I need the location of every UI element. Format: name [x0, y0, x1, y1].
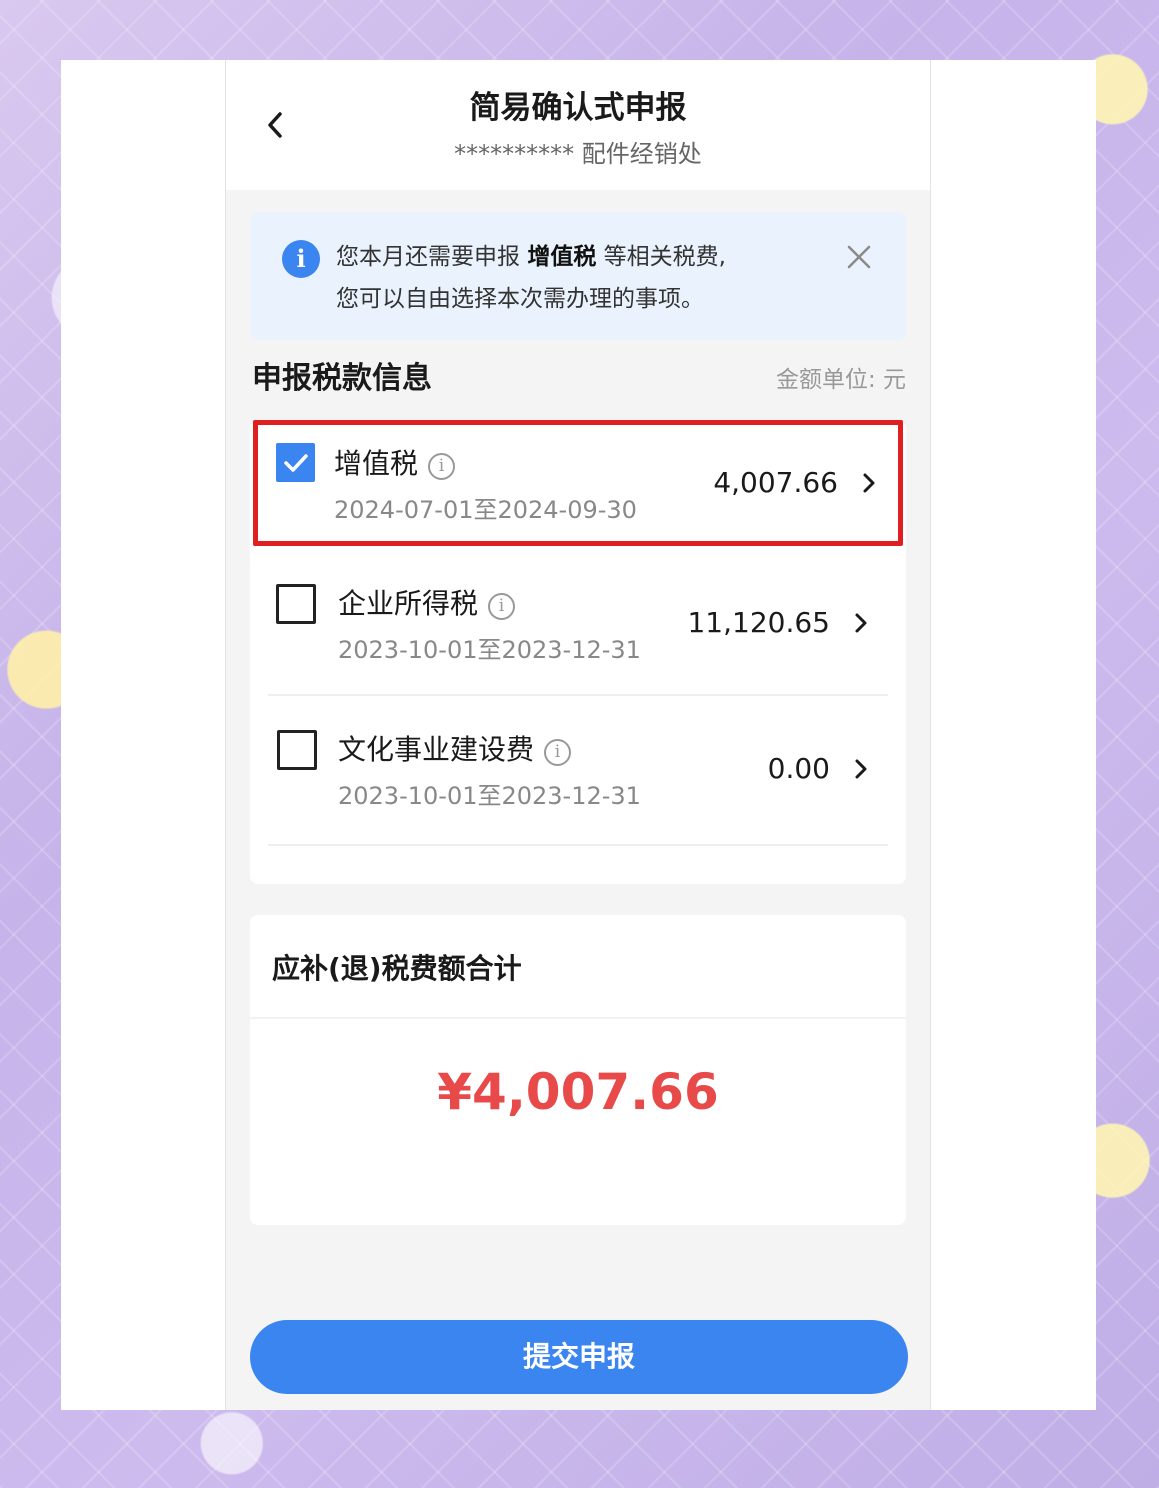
tax-name-text: 增值税 [334, 447, 419, 480]
nav-header: 简易确认式申报 ********** 配件经销处 [226, 60, 930, 190]
total-label: 应补(退)税费额合计 [272, 952, 522, 985]
tax-list-card: 增值税 i 2024-07-01至2024-09-30 4,007.66 企业所得… [250, 420, 906, 884]
notice-text: 您本月还需要申报 增值税 等相关税费, 您可以自由选择本次需办理的事项。 [336, 236, 806, 320]
tax-row-vat[interactable]: 增值税 i 2024-07-01至2024-09-30 4,007.66 [250, 420, 906, 550]
tax-period: 2023-10-01至2023-12-31 [338, 782, 641, 810]
section-title: 申报税款信息 [252, 361, 432, 396]
tax-amount: 11,120.65 [687, 606, 830, 639]
page-title: 简易确认式申报 [469, 90, 687, 126]
close-icon[interactable] [846, 244, 872, 270]
chevron-right-icon [855, 613, 867, 633]
chevron-right-icon [863, 473, 875, 493]
tax-info-icon[interactable]: i [544, 739, 572, 766]
tax-info-icon[interactable]: i [428, 453, 456, 480]
checkmark-icon [284, 454, 308, 472]
tax-amount: 0.00 [767, 752, 830, 785]
tax-row-corporate-income[interactable]: 企业所得税 i 2023-10-01至2023-12-31 11,120.65 [250, 560, 906, 690]
tax-row-cultural-fee[interactable]: 文化事业建设费 i 2023-10-01至2023-12-31 0.00 [250, 706, 906, 836]
tax-info-icon[interactable]: i [488, 593, 516, 620]
submit-button[interactable]: 提交申报 [250, 1320, 908, 1394]
total-amount: ¥4,007.66 [437, 1063, 719, 1121]
total-divider [250, 1017, 906, 1019]
page-subtitle: ********** 配件经销处 [454, 140, 702, 168]
notice-text-suffix: 等相关税费, [596, 244, 726, 270]
vat-checkbox[interactable] [276, 443, 315, 482]
chevron-right-icon [855, 759, 867, 779]
tax-name-text: 文化事业建设费 [338, 733, 535, 766]
tax-period: 2023-10-01至2023-12-31 [338, 636, 641, 664]
row-divider [268, 694, 888, 696]
app-screen: 简易确认式申报 ********** 配件经销处 i 您本月还需要申报 增值税 … [225, 60, 931, 1410]
amount-unit-label: 金额单位: 元 [775, 367, 906, 393]
tax-name-text: 企业所得税 [338, 587, 479, 620]
info-icon: i [282, 240, 320, 278]
notice-text-prefix: 您本月还需要申报 [336, 244, 528, 270]
notice-banner: i 您本月还需要申报 增值税 等相关税费, 您可以自由选择本次需办理的事项。 [250, 212, 906, 340]
total-card: 应补(退)税费额合计 ¥4,007.66 [250, 915, 906, 1225]
cultural-fee-checkbox[interactable] [277, 730, 317, 770]
tax-amount: 4,007.66 [713, 466, 838, 499]
tax-name: 增值税 i [334, 442, 456, 482]
tax-period: 2024-07-01至2024-09-30 [334, 496, 637, 524]
tax-name: 企业所得税 i [338, 582, 516, 622]
notice-text-line2: 您可以自由选择本次需办理的事项。 [336, 286, 704, 312]
corporate-income-checkbox[interactable] [276, 584, 316, 624]
row-divider [268, 844, 888, 846]
tax-name: 文化事业建设费 i [338, 728, 572, 768]
notice-text-bold: 增值税 [527, 244, 597, 270]
